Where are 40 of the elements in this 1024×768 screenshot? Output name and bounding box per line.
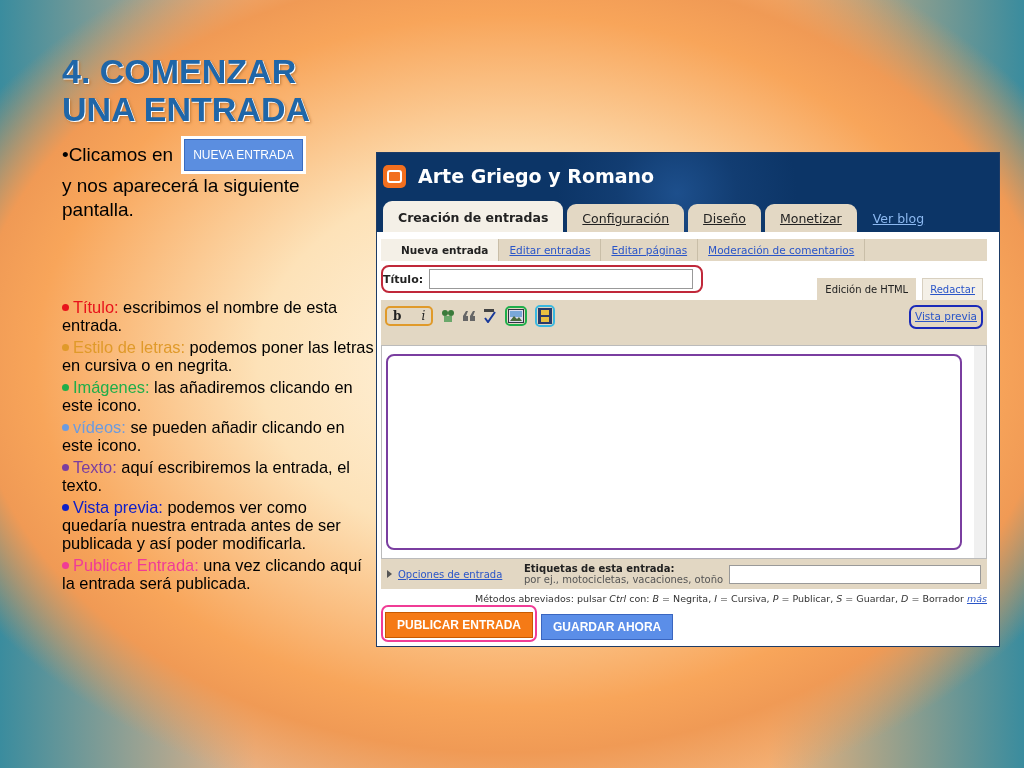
labels-heading: Etiquetas de esta entrada: <box>524 563 675 574</box>
expand-triangle-icon[interactable] <box>387 570 392 578</box>
shortcuts-text: Métodos abreviados: pulsar Ctrl con: B = Negrita, I = Cursiva, P = Publicar, S = Guardar, D = Borrador <box>475 593 964 604</box>
sub-tab[interactable]: Editar entradas <box>499 239 602 261</box>
more-link[interactable]: más <box>966 593 987 604</box>
bullet-text: vídeos: se pueden añadir clicando en este icono. <box>62 418 346 454</box>
slide-title: 4. COMENZAR UNA ENTRADA <box>62 52 312 128</box>
bold-button[interactable]: b <box>388 309 407 323</box>
mode-tab[interactable]: Edición de HTML <box>817 278 917 300</box>
blogger-logo-icon <box>383 164 406 188</box>
sub-tab[interactable]: Nueva entrada <box>381 239 500 261</box>
spellcheck-icon[interactable] <box>483 309 498 323</box>
film-reel-icon[interactable] <box>441 309 456 323</box>
preview-link[interactable]: Vista previa <box>909 305 983 329</box>
scrollbar[interactable] <box>974 346 986 558</box>
nav-tab[interactable]: Configuración <box>567 204 685 232</box>
sub-tab[interactable]: Moderación de comentarios <box>698 239 866 261</box>
title-label: Título: <box>383 272 424 286</box>
bullet-text: Estilo de letras: podemos poner las letras en cursiva o en negrita. <box>62 338 375 374</box>
labels-hint: por ej., motocicletas, vacaciones, otoño <box>524 574 724 585</box>
post-text-area[interactable] <box>386 354 962 550</box>
quote-icon[interactable] <box>463 311 476 321</box>
bullet-text: Publicar Entrada: una vez clicando aquí la entrada será publicada. <box>62 556 363 592</box>
post-options-link[interactable]: Opciones de entrada <box>398 568 518 580</box>
nav-tab[interactable]: Creación de entradas <box>383 201 564 232</box>
view-blog-link[interactable]: Ver blog <box>860 211 937 232</box>
sub-tab[interactable]: Editar páginas <box>601 239 699 261</box>
nav-tab[interactable]: Monetizar <box>764 204 857 232</box>
blog-title: Arte Griego y Romano <box>418 165 655 187</box>
italic-button[interactable]: i <box>416 309 431 323</box>
mode-tab[interactable]: Redactar <box>922 278 983 300</box>
bullet-text: Vista previa: podemos ver como quedaría nuestra entrada antes de ser publicada y así poder modificarla. <box>62 498 342 552</box>
labels-field[interactable] <box>729 565 981 584</box>
bullet-text: Imágenes: las añadiremos clicando en este icono. <box>62 378 354 414</box>
nav-tab[interactable]: Diseño <box>688 204 761 232</box>
intro-text: y nos aparecerá la siguiente pantalla. <box>62 174 301 222</box>
bullet-text: Título: escribimos el nombre de esta entrada. <box>62 298 339 334</box>
title-field[interactable] <box>429 269 694 289</box>
bullet-text: Texto: aquí escribiremos la entrada, el texto. <box>62 458 351 494</box>
intro-text: •Clicamos en <box>62 143 174 167</box>
